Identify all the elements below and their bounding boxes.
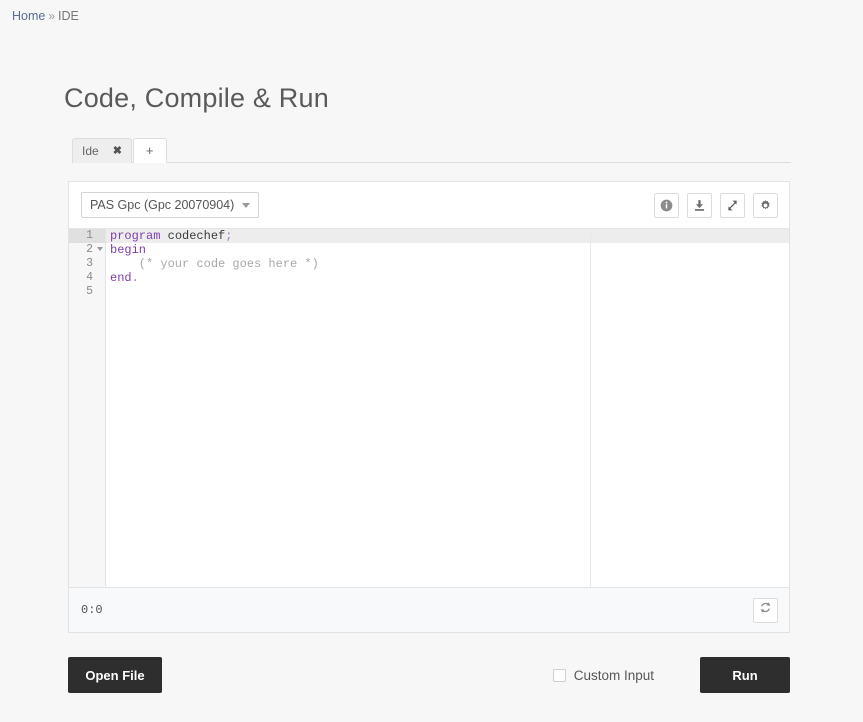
gear-icon xyxy=(759,199,772,212)
editor-gutter: 1 2 3 4 5 xyxy=(69,229,106,587)
tab-add-new[interactable]: + xyxy=(132,138,167,163)
code-lines: program codechef; begin (* your code goe… xyxy=(106,229,789,299)
code-token-keyword: end xyxy=(110,271,132,285)
code-line: end. xyxy=(110,271,789,285)
tab-ide-label: Ide xyxy=(82,144,99,158)
custom-input-toggle[interactable]: Custom Input xyxy=(552,667,654,683)
editor-status-bar: 0:0 xyxy=(69,587,789,632)
custom-input-label: Custom Input xyxy=(573,667,654,683)
breadcrumb-link-home[interactable]: Home xyxy=(12,9,45,23)
breadcrumb: Home» IDE xyxy=(0,0,863,31)
editor-code-area[interactable]: program codechef; begin (* your code goe… xyxy=(106,229,789,587)
gutter-line[interactable]: 3 xyxy=(69,257,105,271)
page-body: Code, Compile & Run Ide ✖ + PAS Gpc (Gpc… xyxy=(0,83,863,693)
cursor-position: 0:0 xyxy=(81,603,103,617)
gutter-line-number: 5 xyxy=(86,285,93,298)
page-title: Code, Compile & Run xyxy=(64,83,329,113)
gutter-line-number: 2 xyxy=(86,243,93,256)
gutter-line-number: 3 xyxy=(86,257,93,270)
gutter-line[interactable]: 4 xyxy=(69,271,105,285)
breadcrumb-current-ide: IDE xyxy=(58,9,79,23)
language-select[interactable]: PAS Gpc (Gpc 20070904) xyxy=(81,192,259,218)
info-icon xyxy=(660,199,673,212)
code-token-keyword: begin xyxy=(110,243,147,257)
fullscreen-button[interactable] xyxy=(720,192,745,218)
code-token-identifier: codechef xyxy=(160,229,226,243)
code-token-keyword: program xyxy=(110,229,161,243)
download-icon xyxy=(693,199,706,212)
custom-input-checkbox[interactable] xyxy=(552,668,566,682)
plus-icon: + xyxy=(145,143,154,158)
editor-tool-buttons xyxy=(654,192,778,218)
tab-strip: Ide ✖ + xyxy=(72,138,791,163)
info-button[interactable] xyxy=(654,192,679,218)
code-token-punctuation: ; xyxy=(225,229,233,243)
ide-toolbar: PAS Gpc (Gpc 20070904) xyxy=(69,182,789,228)
code-editor[interactable]: 1 2 3 4 5 program codechef; begin (* you… xyxy=(69,228,789,587)
run-controls: Custom Input Run xyxy=(552,657,790,693)
download-button[interactable] xyxy=(687,192,712,218)
breadcrumb-separator: » xyxy=(48,9,56,23)
tab-ide[interactable]: Ide ✖ xyxy=(72,138,132,163)
fold-arrow-icon[interactable] xyxy=(97,247,103,251)
open-file-button[interactable]: Open File xyxy=(68,657,162,693)
gutter-line[interactable]: 2 xyxy=(69,243,105,257)
ide-panel: PAS Gpc (Gpc 20070904) 1 2 3 4 5 program… xyxy=(68,181,790,633)
settings-button[interactable] xyxy=(753,192,778,218)
reset-code-button[interactable] xyxy=(753,597,778,623)
gutter-line[interactable]: 5 xyxy=(69,285,105,299)
gutter-line-number: 1 xyxy=(86,229,93,242)
fullscreen-icon xyxy=(726,199,739,212)
chevron-down-icon xyxy=(242,202,250,208)
code-line: begin xyxy=(110,243,789,257)
run-button[interactable]: Run xyxy=(700,657,790,693)
refresh-icon xyxy=(759,601,772,619)
close-icon[interactable]: ✖ xyxy=(113,145,122,157)
action-row: Open File Custom Input Run xyxy=(68,657,790,693)
gutter-line[interactable]: 1 xyxy=(69,229,105,243)
language-select-value: PAS Gpc (Gpc 20070904) xyxy=(90,198,235,212)
code-token-comment: (* your code goes here *) xyxy=(110,257,319,271)
code-token-punctuation: . xyxy=(131,271,139,285)
gutter-line-number: 4 xyxy=(86,271,93,284)
code-line: (* your code goes here *) xyxy=(110,257,789,271)
code-line: program codechef; xyxy=(110,229,789,243)
